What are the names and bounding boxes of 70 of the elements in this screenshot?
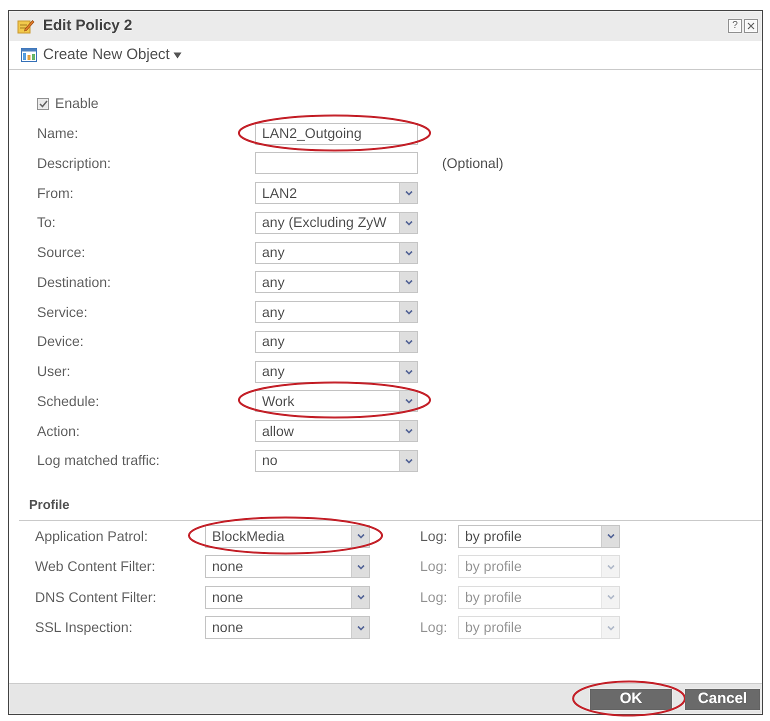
select-field[interactable]: any (Excluding ZyW bbox=[255, 212, 418, 234]
select-field[interactable]: none bbox=[205, 555, 370, 578]
field-label: Device: bbox=[37, 332, 85, 352]
select-field[interactable]: allow bbox=[255, 420, 418, 442]
window-title: Edit Policy 2 bbox=[43, 16, 132, 36]
field-label: Action: bbox=[37, 422, 81, 441]
field-label: Service: bbox=[37, 302, 89, 322]
chevron-down-icon bbox=[404, 428, 412, 434]
select-field[interactable]: any bbox=[255, 301, 418, 324]
dialog-button[interactable]: OK bbox=[590, 688, 672, 710]
field-label: From: bbox=[37, 184, 75, 203]
log-label: Log: bbox=[420, 588, 448, 607]
chevron-down-icon bbox=[606, 533, 614, 539]
field-label: Description: bbox=[37, 154, 112, 173]
log-label: Log: bbox=[420, 557, 448, 576]
field-label: To: bbox=[37, 213, 57, 232]
select-field[interactable]: any bbox=[255, 330, 418, 353]
section-heading: Profile bbox=[29, 496, 70, 512]
text-field[interactable]: LAN2_Outgoing bbox=[255, 122, 418, 145]
select-field[interactable]: by profile bbox=[458, 524, 620, 548]
chevron-down-icon bbox=[404, 309, 412, 316]
chevron-down-icon bbox=[404, 398, 412, 404]
select-field[interactable]: none bbox=[205, 586, 370, 608]
chevron-down-icon bbox=[356, 564, 364, 570]
chevron-down-icon bbox=[356, 594, 364, 600]
field-label: Web Content Filter: bbox=[35, 557, 156, 576]
select-field[interactable]: LAN2 bbox=[255, 182, 418, 204]
chevron-down-icon bbox=[404, 220, 412, 226]
chevron-down-icon bbox=[404, 190, 412, 196]
chevron-down-icon bbox=[606, 594, 614, 600]
field-label: Name: bbox=[37, 124, 80, 144]
checkbox[interactable] bbox=[37, 98, 49, 110]
chevron-down-icon bbox=[606, 624, 614, 630]
table-icon bbox=[21, 48, 37, 62]
chevron-down-icon bbox=[404, 338, 412, 345]
chevron-down-icon bbox=[356, 624, 364, 630]
chevron-down-icon bbox=[606, 564, 614, 570]
field-label: SSL Inspection: bbox=[35, 618, 134, 637]
checkbox-label: Enable bbox=[55, 94, 99, 114]
chevron-down-icon bbox=[404, 279, 412, 286]
select-field[interactable]: any bbox=[255, 360, 418, 383]
close-icon bbox=[747, 22, 755, 30]
field-label: Log matched traffic: bbox=[37, 451, 161, 470]
chevron-down-icon bbox=[356, 533, 364, 539]
notepad-pencil-icon bbox=[17, 18, 35, 34]
close-button[interactable] bbox=[744, 19, 758, 33]
chevron-down-icon bbox=[404, 250, 412, 256]
create-object-menu[interactable]: Create New Object bbox=[21, 44, 182, 66]
log-label: Log: bbox=[420, 618, 448, 637]
field-label: Schedule: bbox=[37, 392, 100, 411]
field-label: Source: bbox=[37, 243, 86, 262]
help-button[interactable]: ? bbox=[728, 19, 742, 33]
dialog-button[interactable]: Cancel bbox=[685, 688, 760, 710]
text-field[interactable] bbox=[255, 152, 418, 174]
optional-note: (Optional) bbox=[442, 154, 504, 173]
field-label: User: bbox=[37, 362, 72, 382]
chevron-down-icon bbox=[404, 458, 412, 464]
select-field[interactable]: any bbox=[255, 242, 418, 264]
chevron-down-icon bbox=[404, 368, 412, 375]
select-field[interactable]: any bbox=[255, 271, 418, 294]
log-label: Log: bbox=[420, 526, 448, 546]
select-field[interactable]: BlockMedia bbox=[205, 524, 370, 548]
select-field[interactable]: no bbox=[255, 450, 418, 472]
field-label: DNS Content Filter: bbox=[35, 588, 158, 606]
check-icon bbox=[38, 100, 48, 108]
field-label: Application Patrol: bbox=[35, 526, 149, 546]
select-field[interactable]: Work bbox=[255, 390, 418, 412]
field-label: Destination: bbox=[37, 272, 112, 292]
caret-down-icon bbox=[172, 52, 182, 58]
select-field[interactable]: none bbox=[205, 616, 370, 639]
